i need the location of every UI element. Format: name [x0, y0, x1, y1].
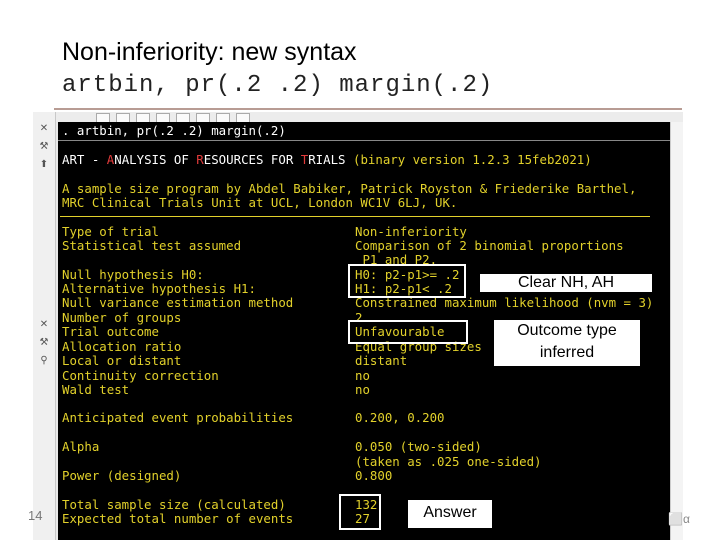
console-rule [60, 216, 650, 217]
header-word-trials: RIALS [308, 152, 346, 167]
row-value: no [355, 382, 370, 397]
header-word-resources: ESOURCES FOR [203, 152, 301, 167]
row-value: distant [355, 353, 408, 368]
stata-toolbar [56, 112, 683, 123]
header-word-analysis: NALYSIS OF [114, 152, 197, 167]
row-value: Non-inferiority [355, 224, 467, 239]
institution-logo: ⬜α [668, 512, 690, 526]
credit-line-2: MRC Clinical Trials Unit at UCL, London … [62, 195, 458, 210]
outcome-highlight-box [348, 320, 468, 344]
alpha-label: Alpha [62, 439, 100, 454]
row-label: Null variance estimation method [62, 295, 294, 310]
anticipated-value: 0.200, 0.200 [355, 410, 445, 425]
header-letter-r: R [196, 152, 204, 167]
row-label: Alternative hypothesis H1: [62, 281, 256, 296]
row-label: Type of trial [62, 224, 159, 239]
row-label: Allocation ratio [62, 339, 182, 354]
power-label: Power (designed) [62, 468, 182, 483]
command-line: . artbin, pr(.2 .2) margin(.2) [62, 123, 286, 138]
stata-side-panel: ✕ ⚒ ⬆ ✕ ⚒ ⚲ [33, 112, 56, 540]
close-icon[interactable]: ✕ [39, 320, 49, 330]
annotation-outcome-line1: Outcome type [517, 322, 617, 339]
credit-line-1: A sample size program by Abdel Babiker, … [62, 181, 637, 196]
header-version: (binary version 1.2.3 15feb2021) [345, 152, 592, 167]
annotation-outcome-line2: inferred [539, 344, 595, 361]
hypothesis-highlight-box [348, 264, 466, 298]
alpha-value-onesided: (taken as .025 one-sided) [355, 454, 542, 469]
title-divider [54, 108, 682, 110]
header-prefix: ART - [62, 152, 107, 167]
slide-command: artbin, pr(.2 .2) margin(.2) [62, 72, 494, 99]
row-label: Wald test [62, 382, 130, 397]
row-label: Number of groups [62, 310, 182, 325]
alpha-value: 0.050 (two-sided) [355, 439, 482, 454]
expected-events-label: Expected total number of events [62, 511, 294, 526]
row-value: Comparison of 2 binomial proportions [355, 238, 624, 253]
annotation-answer: Answer [423, 504, 477, 521]
console-scrollbar[interactable] [670, 122, 683, 540]
slide-title: Non-inferiority: new syntax [62, 38, 357, 66]
anticipated-label: Anticipated event probabilities [62, 410, 294, 425]
up-arrow-icon[interactable]: ⬆ [39, 160, 49, 170]
page-number: 14 [28, 508, 43, 523]
row-value: no [355, 368, 370, 383]
power-value: 0.800 [355, 468, 393, 483]
row-label: Local or distant [62, 353, 182, 368]
annotation-nh-ah: Clear NH, AH [480, 274, 652, 292]
row-value: Constrained maximum likelihood (nvm = 3) [355, 295, 654, 310]
close-icon[interactable]: ✕ [39, 124, 49, 134]
wrench-icon[interactable]: ⚒ [39, 142, 49, 152]
row-label: Trial outcome [62, 324, 159, 339]
total-sample-label: Total sample size (calculated) [62, 497, 286, 512]
wrench-icon[interactable]: ⚒ [39, 338, 49, 348]
row-label: Null hypothesis H0: [62, 267, 204, 282]
answer-highlight-box [339, 494, 381, 530]
row-label: Statistical test assumed [62, 238, 242, 253]
program-header: ART - ANALYSIS OF RESOURCES FOR TRIALS (… [62, 153, 592, 167]
row-label: Continuity correction [62, 368, 219, 383]
pin-icon[interactable]: ⚲ [39, 356, 49, 366]
